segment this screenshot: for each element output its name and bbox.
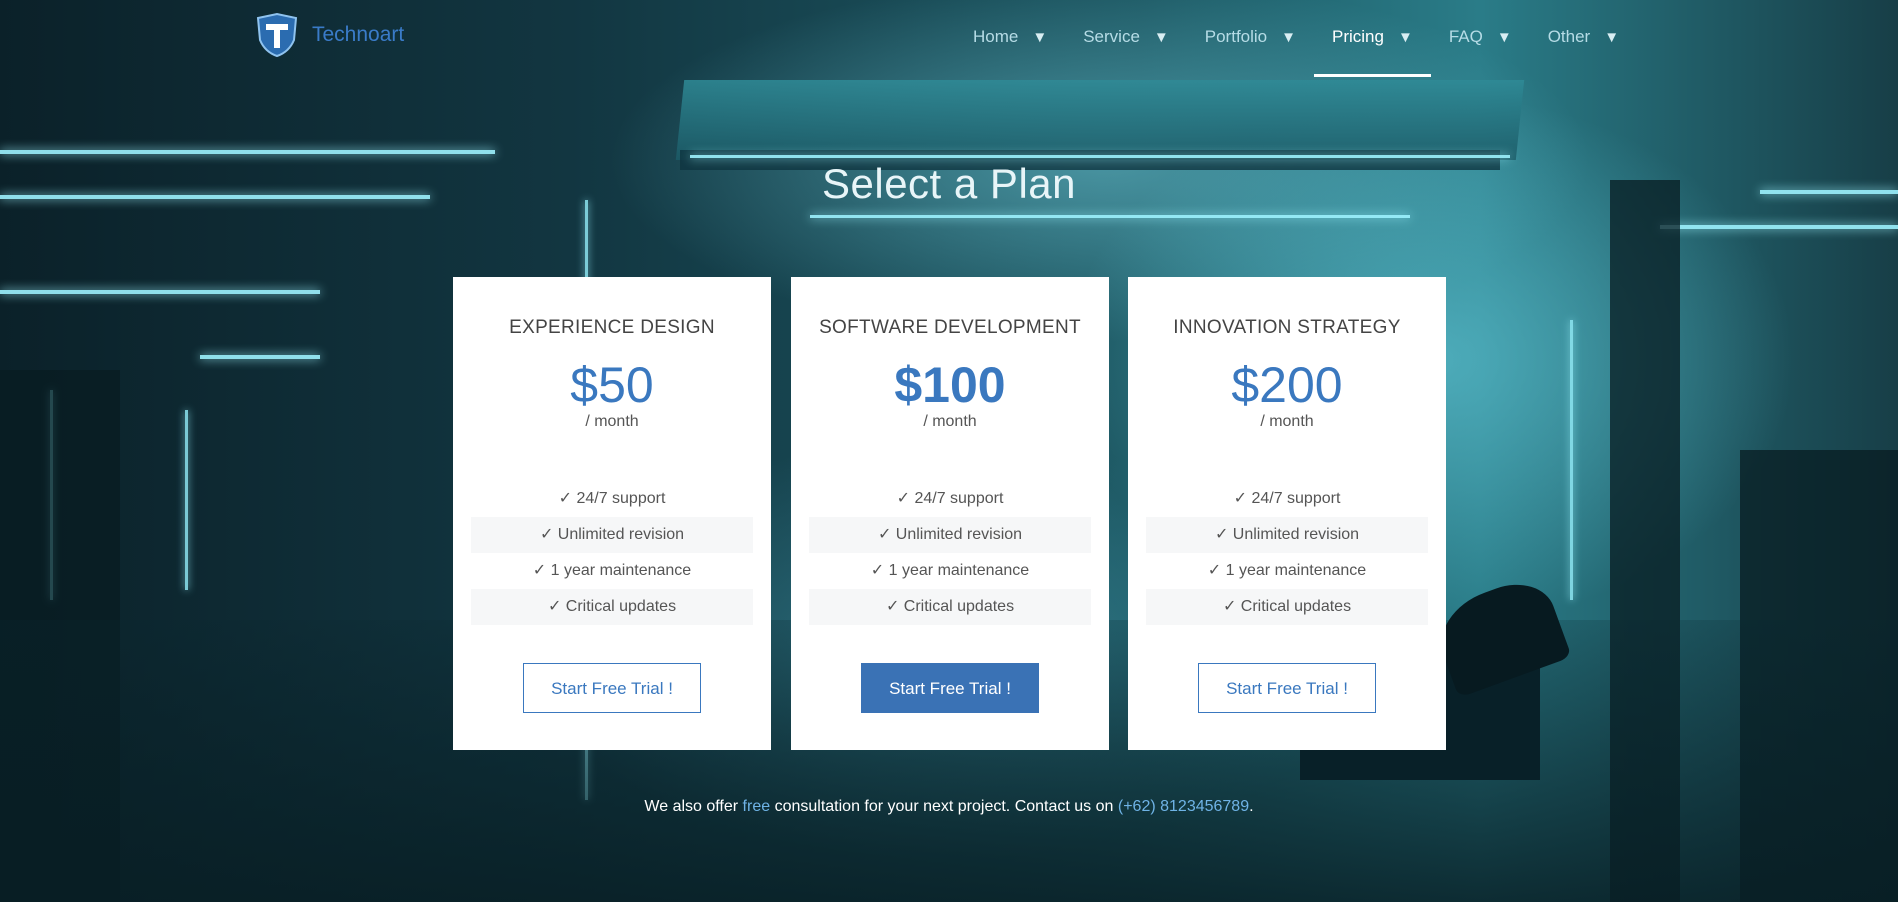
- note-text-3: .: [1249, 798, 1254, 815]
- phone-link[interactable]: (+62) 8123456789: [1118, 798, 1249, 815]
- feature-item: ✓ Unlimited revision: [471, 517, 753, 553]
- note-text-1: We also offer: [644, 798, 743, 815]
- plan-name: INNOVATION STRATEGY: [1173, 317, 1401, 338]
- nav-home[interactable]: Home ▼: [955, 0, 1065, 74]
- feature-item: ✓ Critical updates: [471, 589, 753, 625]
- consultation-note: We also offer free consultation for your…: [0, 798, 1898, 816]
- plan-price: $50: [570, 357, 654, 413]
- nav-portfolio-label: Portfolio: [1204, 27, 1268, 46]
- pricing-card-experience-design: EXPERIENCE DESIGN $50 / month ✓ 24/7 sup…: [453, 277, 771, 750]
- feature-item: ✓ 1 year maintenance: [1207, 562, 1367, 579]
- chevron-down-icon: ▼: [1604, 28, 1620, 46]
- nav-portfolio[interactable]: Portfolio ▼: [1187, 0, 1314, 74]
- nav-service[interactable]: Service ▼: [1065, 0, 1187, 74]
- chevron-down-icon: ▼: [1397, 28, 1413, 46]
- feature-item: ✓ 24/7 support: [896, 490, 1004, 507]
- plan-price: $100: [894, 357, 1006, 413]
- plan-name: SOFTWARE DEVELOPMENT: [819, 317, 1081, 338]
- pricing-card-software-development: SOFTWARE DEVELOPMENT $100 / month ✓ 24/7…: [791, 277, 1109, 750]
- plan-price: $200: [1231, 357, 1343, 413]
- chevron-down-icon: ▼: [1281, 28, 1296, 46]
- feature-item: ✓ 24/7 support: [558, 490, 666, 507]
- feature-list: ✓ 24/7 support ✓ Unlimited revision ✓ 1 …: [1146, 481, 1428, 625]
- nav-faq[interactable]: FAQ ▼: [1431, 0, 1530, 74]
- nav-other[interactable]: Other ▼: [1530, 0, 1637, 74]
- pricing-card-innovation-strategy: INNOVATION STRATEGY $200 / month ✓ 24/7 …: [1128, 277, 1446, 750]
- feature-list: ✓ 24/7 support ✓ Unlimited revision ✓ 1 …: [809, 481, 1091, 625]
- plan-period: / month: [585, 413, 639, 430]
- nav-home-label: Home: [973, 27, 1019, 46]
- feature-list: ✓ 24/7 support ✓ Unlimited revision ✓ 1 …: [471, 481, 753, 625]
- feature-item: ✓ Critical updates: [1146, 589, 1428, 625]
- brand-logo[interactable]: Technoart: [254, 12, 404, 58]
- start-free-trial-button[interactable]: Start Free Trial !: [861, 663, 1039, 713]
- nav-pricing[interactable]: Pricing ▼: [1314, 0, 1431, 77]
- free-link[interactable]: free: [743, 798, 771, 815]
- start-free-trial-button[interactable]: Start Free Trial !: [523, 663, 701, 713]
- feature-item: ✓ 24/7 support: [1233, 490, 1341, 507]
- feature-item: ✓ 1 year maintenance: [532, 562, 692, 579]
- feature-item: ✓ 1 year maintenance: [870, 562, 1030, 579]
- nav-pricing-label: Pricing: [1332, 27, 1384, 46]
- shield-logo-icon: [256, 12, 298, 58]
- page-title: Select a Plan: [822, 160, 1076, 207]
- brand-name: Technoart: [312, 23, 405, 46]
- plan-name: EXPERIENCE DESIGN: [509, 317, 715, 338]
- nav-other-label: Other: [1547, 27, 1591, 46]
- start-free-trial-button[interactable]: Start Free Trial !: [1198, 663, 1376, 713]
- feature-item: ✓ Unlimited revision: [1146, 517, 1428, 553]
- note-text-2: consultation for your next project. Cont…: [770, 798, 1118, 815]
- nav-faq-label: FAQ: [1448, 27, 1483, 46]
- chevron-down-icon: ▼: [1153, 28, 1169, 46]
- feature-item: ✓ Critical updates: [809, 589, 1091, 625]
- chevron-down-icon: ▼: [1496, 28, 1512, 46]
- chevron-down-icon: ▼: [1032, 28, 1048, 46]
- plan-period: / month: [1260, 413, 1314, 430]
- nav-service-label: Service: [1083, 27, 1140, 46]
- feature-item: ✓ Unlimited revision: [809, 517, 1091, 553]
- plan-period: / month: [923, 413, 977, 430]
- main-nav: Home ▼ Service ▼ Portfolio ▼ Pricing ▼ F…: [955, 0, 1637, 78]
